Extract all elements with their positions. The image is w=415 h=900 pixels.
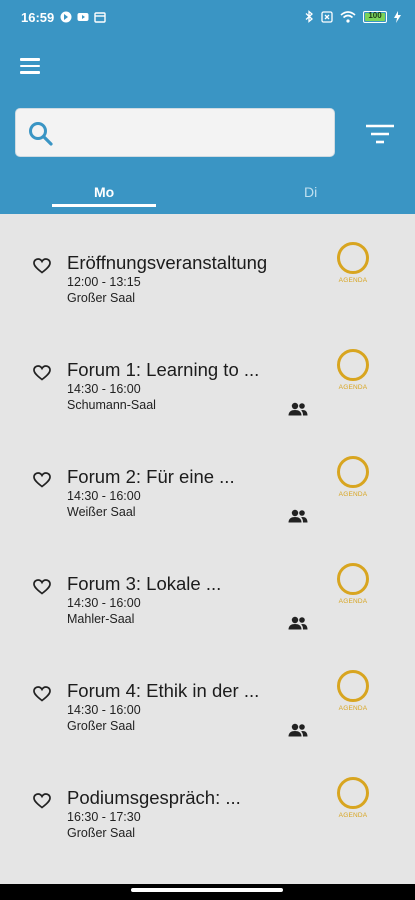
location-icon — [60, 11, 72, 23]
home-gesture-bar[interactable] — [131, 888, 283, 892]
agenda-label: AGENDA — [338, 598, 368, 605]
charging-icon — [394, 10, 401, 23]
tab-mo[interactable]: Mo — [94, 184, 114, 200]
session-title: Forum 2: Für eine ... — [67, 466, 235, 487]
heart-icon[interactable] — [33, 365, 51, 381]
search-input[interactable] — [15, 108, 335, 157]
session-item[interactable]: Forum 4: Ethik in der ... 14:30 - 16:00 … — [0, 642, 415, 749]
session-title: Podiumsgespräch: ... — [67, 787, 241, 808]
heart-icon[interactable] — [33, 472, 51, 488]
agenda-label: AGENDA — [338, 812, 368, 819]
session-time: 14:30 - 16:00 — [67, 489, 141, 503]
calendar-icon — [94, 12, 106, 23]
hamburger-menu-icon[interactable] — [20, 58, 40, 74]
group-icon — [288, 723, 308, 737]
session-room: Großer Saal — [67, 291, 136, 305]
session-title: Forum 3: Lokale ... — [67, 573, 222, 594]
status-left-icons — [60, 11, 106, 23]
agenda-button[interactable]: AGENDA — [334, 670, 372, 712]
battery-icon: 100 — [363, 10, 387, 23]
session-time: 14:30 - 16:00 — [67, 382, 141, 396]
agenda-label: AGENDA — [338, 705, 368, 712]
youtube-icon — [77, 13, 89, 21]
session-time: 14:30 - 16:00 — [67, 703, 141, 717]
sim-icon — [321, 10, 333, 23]
heart-icon[interactable] — [33, 793, 51, 809]
session-title: Forum 1: Learning to ... — [67, 359, 260, 380]
agenda-circle-icon — [337, 242, 369, 274]
agenda-button[interactable]: AGENDA — [334, 563, 372, 605]
agenda-circle-icon — [337, 456, 369, 488]
group-icon — [288, 402, 308, 416]
agenda-circle-icon — [337, 670, 369, 702]
session-time: 16:30 - 17:30 — [67, 810, 141, 824]
group-icon — [288, 509, 308, 523]
session-item[interactable]: Forum 3: Lokale ... 14:30 - 16:00 Mahler… — [0, 535, 415, 642]
heart-icon[interactable] — [33, 258, 51, 274]
heart-icon[interactable] — [33, 579, 51, 595]
agenda-button[interactable]: AGENDA — [334, 456, 372, 498]
tab-indicator — [52, 204, 156, 207]
session-title: Forum 4: Ethik in der ... — [67, 680, 260, 701]
tab-di[interactable]: Di — [304, 184, 317, 200]
session-room: Mahler-Saal — [67, 612, 135, 626]
system-nav-bar — [0, 884, 415, 900]
agenda-label: AGENDA — [338, 277, 368, 284]
wifi-icon — [340, 10, 356, 23]
session-time: 12:00 - 13:15 — [67, 275, 141, 289]
session-title: Eröffnungsveranstaltung — [67, 252, 268, 273]
agenda-button[interactable]: AGENDA — [334, 777, 372, 819]
status-bar: 16:59 100 — [0, 0, 415, 36]
agenda-circle-icon — [337, 349, 369, 381]
session-item[interactable]: Forum 1: Learning to ... 14:30 - 16:00 S… — [0, 321, 415, 428]
agenda-label: AGENDA — [338, 384, 368, 391]
session-item[interactable]: Forum 2: Für eine ... 14:30 - 16:00 Weiß… — [0, 428, 415, 535]
group-icon — [288, 616, 308, 630]
filter-icon[interactable] — [365, 124, 395, 144]
session-room: Schumann-Saal — [67, 398, 156, 412]
agenda-button[interactable]: AGENDA — [334, 349, 372, 391]
agenda-circle-icon — [337, 777, 369, 809]
app-bar — [0, 36, 415, 98]
agenda-label: AGENDA — [338, 491, 368, 498]
session-list: Eröffnungsveranstaltung 12:00 - 13:15 Gr… — [0, 214, 415, 856]
session-room: Großer Saal — [67, 826, 136, 840]
day-tabs: Mo Di — [0, 176, 415, 214]
battery-level: 100 — [368, 10, 382, 20]
session-time: 14:30 - 16:00 — [67, 596, 141, 610]
status-time: 16:59 — [21, 10, 55, 25]
session-item[interactable]: Eröffnungsveranstaltung 12:00 - 13:15 Gr… — [0, 214, 415, 321]
status-right-icons: 100 — [305, 10, 401, 23]
session-item[interactable]: Podiumsgespräch: ... 16:30 - 17:30 Große… — [0, 749, 415, 856]
bluetooth-icon — [305, 10, 313, 23]
agenda-circle-icon — [337, 563, 369, 595]
session-room: Weißer Saal — [67, 505, 136, 519]
heart-icon[interactable] — [33, 686, 51, 702]
session-room: Großer Saal — [67, 719, 136, 733]
agenda-button[interactable]: AGENDA — [334, 242, 372, 284]
search-icon — [29, 122, 53, 146]
